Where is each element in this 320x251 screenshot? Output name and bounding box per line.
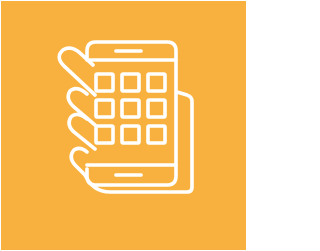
app-icon-tile bbox=[1, 1, 246, 250]
hand-holding-smartphone-icon bbox=[1, 1, 246, 250]
